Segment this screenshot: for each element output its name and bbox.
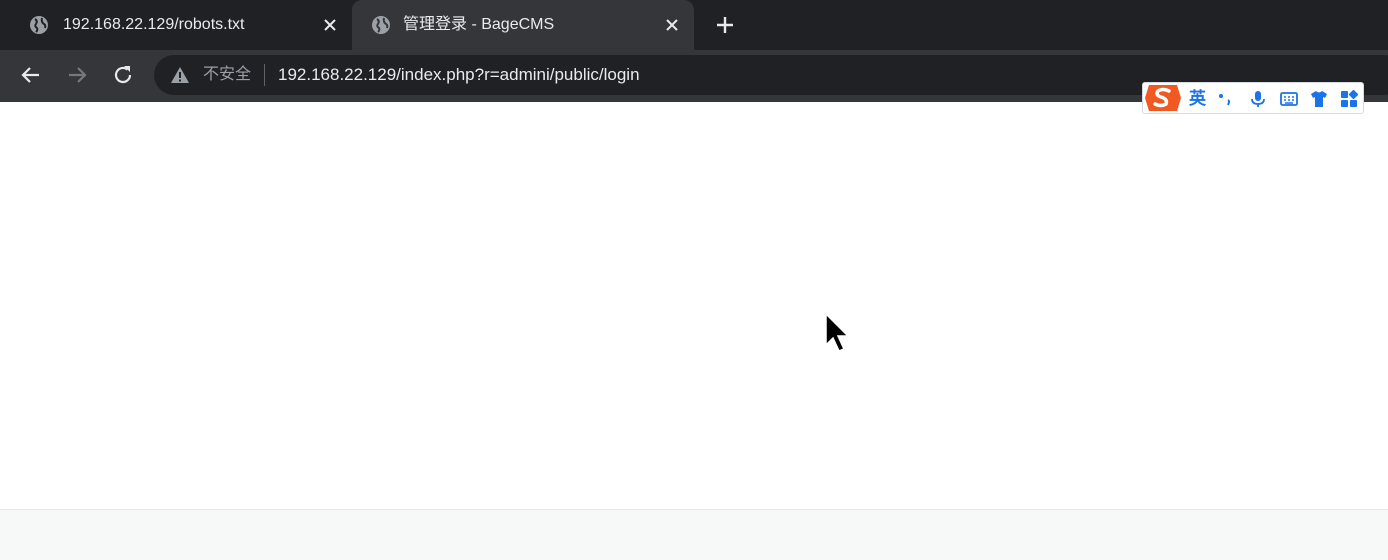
reload-icon[interactable] (111, 63, 135, 87)
close-icon[interactable] (320, 15, 340, 35)
skin-shirt-icon[interactable] (1310, 90, 1328, 108)
tab-login[interactable]: 管理登录 - BageCMS (352, 0, 694, 50)
ime-language-toggle[interactable]: 英 (1189, 89, 1206, 109)
security-status-label[interactable]: 不安全 (203, 65, 251, 85)
sogou-logo-icon[interactable] (1143, 81, 1183, 115)
back-arrow-icon[interactable] (19, 63, 43, 87)
keyboard-icon[interactable] (1280, 90, 1298, 108)
toolbox-grid-icon[interactable] (1340, 90, 1358, 108)
tab-robots[interactable]: 192.168.22.129/robots.txt (0, 0, 352, 50)
close-icon[interactable] (662, 15, 682, 35)
punctuation-icon[interactable] (1216, 90, 1234, 108)
forward-arrow-icon[interactable] (65, 63, 89, 87)
globe-icon (30, 16, 48, 34)
microphone-icon[interactable] (1249, 90, 1267, 108)
globe-icon (372, 16, 390, 34)
tab-strip: 192.168.22.129/robots.txt 管理登录 - BageCMS (0, 0, 1388, 50)
new-tab-plus-icon[interactable] (714, 14, 736, 36)
warning-triangle-icon[interactable] (170, 66, 190, 84)
omnibox-divider (264, 64, 265, 86)
tab-title: 管理登录 - BageCMS (403, 16, 555, 33)
tab-title: 192.168.22.129/robots.txt (63, 16, 245, 33)
mouse-pointer-icon (825, 313, 850, 352)
url-text[interactable]: 192.168.22.129/index.php?r=admini/public… (278, 65, 640, 85)
ime-toolbar: 英 (1142, 82, 1364, 114)
page-footer-strip (0, 509, 1388, 560)
